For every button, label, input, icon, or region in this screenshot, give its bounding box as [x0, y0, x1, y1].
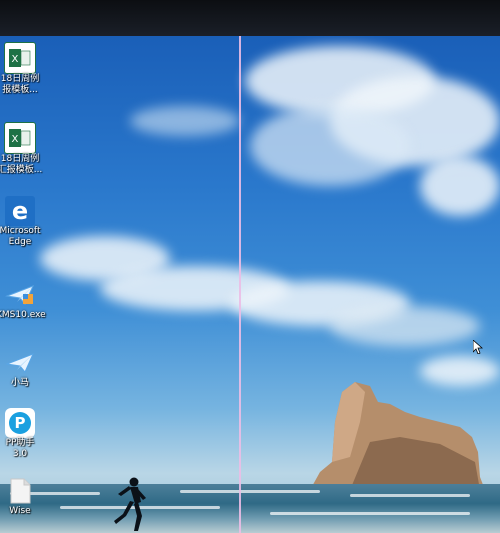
excel-icon: X: [4, 42, 36, 74]
desktop-icon-xiaoma[interactable]: 小马: [0, 348, 44, 389]
file-icon: [5, 476, 35, 506]
mouse-cursor-icon: [473, 340, 483, 354]
icon-label: 3.0: [12, 449, 28, 459]
icon-label: 18日周例: [0, 74, 40, 84]
display-artifact-line: [239, 36, 241, 533]
svg-text:X: X: [12, 134, 19, 145]
rock-formation: [310, 382, 485, 490]
sea: [0, 484, 500, 533]
desktop-icon-pp-assistant[interactable]: P PP助手 3.0: [0, 408, 44, 460]
icon-label: PP助手: [5, 438, 35, 448]
desktop-icon-excel-file-1[interactable]: X 18日周例 报模板...: [0, 42, 44, 96]
icon-label: Microsoft: [0, 226, 41, 236]
svg-text:X: X: [12, 54, 19, 65]
edge-icon: e: [5, 196, 35, 226]
kms-icon: [5, 348, 35, 378]
pp-icon: P: [5, 408, 35, 438]
desktop-icon-excel-file-2[interactable]: X 18日周例 汇报模板...: [0, 122, 44, 176]
icon-label: Wise: [9, 506, 31, 516]
icon-label: 汇报模板...: [0, 165, 43, 175]
icon-label: Edge: [8, 237, 32, 247]
runner-silhouette: [114, 477, 146, 531]
icon-label: 小马: [10, 378, 29, 388]
monitor-bezel: [0, 0, 500, 36]
desktop-icon-kms10[interactable]: KMS10.exe: [0, 280, 46, 321]
desktop-icon-microsoft-edge[interactable]: e Microsoft Edge: [0, 196, 44, 248]
kms-icon: [5, 280, 35, 310]
desktop-icon-file-item[interactable]: Wise: [0, 476, 44, 517]
icon-label: 18日周例: [0, 154, 40, 164]
icon-label: 报模板...: [2, 85, 38, 95]
excel-icon: X: [4, 122, 36, 154]
icon-label: KMS10.exe: [0, 310, 46, 320]
desktop-wallpaper: X 18日周例 报模板... X 18日周例 汇报模板... e Microso…: [0, 36, 500, 533]
